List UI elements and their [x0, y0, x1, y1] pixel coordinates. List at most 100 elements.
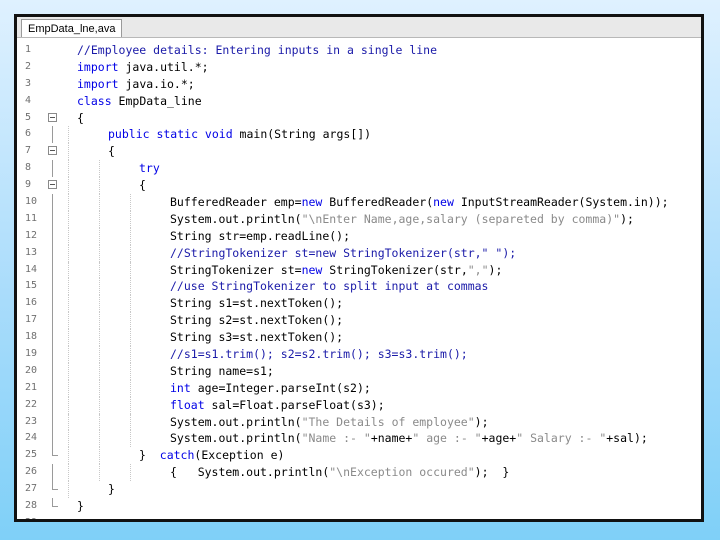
comment-token: //Employee details: Entering inputs in a… — [77, 43, 438, 57]
code-lines: 1 //Employee details: Entering inputs in … — [17, 42, 701, 519]
code-line[interactable]: 19 //s1=s1.trim(); s2=s2.trim(); s3=s3.tr… — [17, 346, 701, 363]
indent-guide — [68, 177, 70, 195]
line-number: 9 — [25, 179, 32, 191]
fold-toggle-icon[interactable] — [47, 177, 59, 194]
code-token: main(String args[]) — [232, 127, 372, 142]
fold-toggle-icon[interactable] — [47, 143, 59, 160]
code-line[interactable]: 7{ — [17, 143, 701, 161]
line-number: 1 — [25, 44, 32, 55]
code-line[interactable]: 28} — [17, 498, 701, 515]
code-text: //Employee details: Entering inputs in a… — [77, 42, 437, 59]
indent-guide — [68, 244, 70, 262]
line-number: 21 — [25, 381, 38, 393]
code-line[interactable]: 23 System.out.println("The Details of emp… — [17, 413, 701, 431]
code-line[interactable]: 26 { System.out.println("\nException occu… — [17, 464, 701, 482]
fold-marker — [47, 126, 59, 144]
line-number: 24 — [25, 432, 38, 444]
code-line[interactable]: 6 public static void main(String args[]) — [17, 126, 701, 144]
code-token: sal=Float.parseFloat(s3); — [204, 397, 385, 412]
code-line[interactable]: 10 BufferedReader emp=new BufferedReader(… — [17, 194, 701, 211]
fold-toggle-icon[interactable] — [47, 110, 59, 127]
fold-marker — [47, 396, 59, 414]
code-text: String s2=st.nextToken(); — [170, 312, 343, 329]
code-text: StringTokenizer st=new StringTokenizer(s… — [170, 262, 502, 279]
code-token: StringTokenizer st= — [170, 262, 302, 277]
code-line[interactable]: 2 import java.util.*; — [17, 59, 701, 76]
code-line[interactable]: 29 — [17, 515, 701, 519]
fold-marker — [47, 210, 59, 228]
code-text: String str=emp.readLine(); — [170, 228, 350, 245]
code-line[interactable]: 9{ — [17, 177, 701, 195]
tab-empdata-file[interactable]: EmpData_lne,ava — [21, 19, 123, 37]
code-token: } — [77, 499, 84, 514]
line-number: 22 — [25, 398, 38, 410]
code-token: } — [139, 448, 160, 463]
code-token: System.out.println( — [170, 211, 302, 226]
indent-guide — [130, 379, 132, 397]
indent-guide — [68, 329, 70, 347]
fold-marker — [47, 362, 59, 380]
keyword-token: import — [77, 76, 119, 91]
code-line[interactable]: 3 import java.io.*; — [17, 76, 701, 93]
line-number: 4 — [25, 94, 32, 106]
string-token: "," — [467, 262, 489, 277]
indent-guide — [99, 177, 101, 195]
code-text: int age=Integer.parseInt(s2); — [170, 380, 371, 397]
indent-guide — [68, 430, 70, 448]
code-line[interactable]: 5{ — [17, 110, 701, 127]
code-line[interactable]: 20 String name=s1; — [17, 362, 701, 380]
code-text: } catch(Exception e) — [139, 447, 284, 464]
line-number: 25 — [25, 449, 38, 461]
indent-guide — [130, 244, 132, 262]
string-token: "Name :- " — [301, 431, 371, 446]
code-line[interactable]: 4 class EmpData_line — [17, 93, 701, 110]
code-line[interactable]: 12 String str=emp.readLine(); — [17, 227, 701, 245]
code-token: ); } — [474, 465, 510, 480]
code-line[interactable]: 22 float sal=Float.parseFloat(s3); — [17, 396, 701, 414]
code-line[interactable]: 25 } catch(Exception e) — [17, 447, 701, 465]
code-line[interactable]: 14 StringTokenizer st=new StringTokenizer… — [17, 261, 701, 279]
line-number: 28 — [25, 500, 38, 512]
fold-marker — [47, 160, 59, 178]
fold-marker — [47, 194, 59, 211]
code-line[interactable]: 11 System.out.println("\nEnter Name,age,s… — [17, 210, 701, 228]
code-text: //use StringTokenizer to split input at … — [170, 278, 489, 295]
string-token: "\nEnter Name,age,salary (separeted by c… — [301, 211, 621, 226]
code-token: InputStreamReader(System.in)); — [453, 195, 669, 210]
code-text: String s3=st.nextToken(); — [170, 329, 343, 346]
indent-guide — [68, 481, 70, 499]
fold-marker — [47, 346, 59, 363]
indent-guide — [68, 160, 70, 178]
code-line[interactable]: 21 int age=Integer.parseInt(s2); — [17, 379, 701, 397]
fold-marker — [47, 413, 59, 431]
fold-marker — [47, 295, 59, 313]
code-token: java.io.*; — [118, 76, 195, 91]
code-line[interactable]: 15 //use StringTokenizer to split input a… — [17, 278, 701, 296]
code-text: import java.io.*; — [77, 76, 195, 93]
indent-guide — [68, 278, 70, 296]
code-token: { — [139, 178, 146, 193]
code-line[interactable]: 8 try — [17, 160, 701, 178]
keyword-token: int — [170, 380, 191, 395]
code-line[interactable]: 16 String s1=st.nextToken(); — [17, 295, 701, 313]
code-line[interactable]: 27} — [17, 481, 701, 499]
line-number: 13 — [25, 246, 38, 258]
code-line[interactable]: 24 System.out.println("Name :- "+name+" a… — [17, 430, 701, 448]
line-number: 6 — [25, 128, 32, 140]
string-token: " Salary :- " — [516, 431, 607, 446]
code-line[interactable]: 1 //Employee details: Entering inputs in … — [17, 42, 701, 59]
code-line[interactable]: 18 String s3=st.nextToken(); — [17, 329, 701, 347]
indent-guide — [130, 210, 132, 228]
indent-guide — [99, 278, 101, 296]
line-number: 11 — [25, 212, 38, 224]
indent-guide — [68, 312, 70, 330]
code-token: ); — [474, 414, 489, 429]
code-line[interactable]: 13 //StringTokenizer st=new StringTokeniz… — [17, 244, 701, 262]
code-line[interactable]: 17 String s2=st.nextToken(); — [17, 312, 701, 330]
line-number: 3 — [25, 77, 32, 89]
keyword-token: new — [301, 195, 323, 210]
line-number: 17 — [25, 314, 38, 326]
code-text: { — [139, 177, 146, 194]
keyword-token: new — [301, 262, 323, 277]
indent-guide — [68, 227, 70, 245]
